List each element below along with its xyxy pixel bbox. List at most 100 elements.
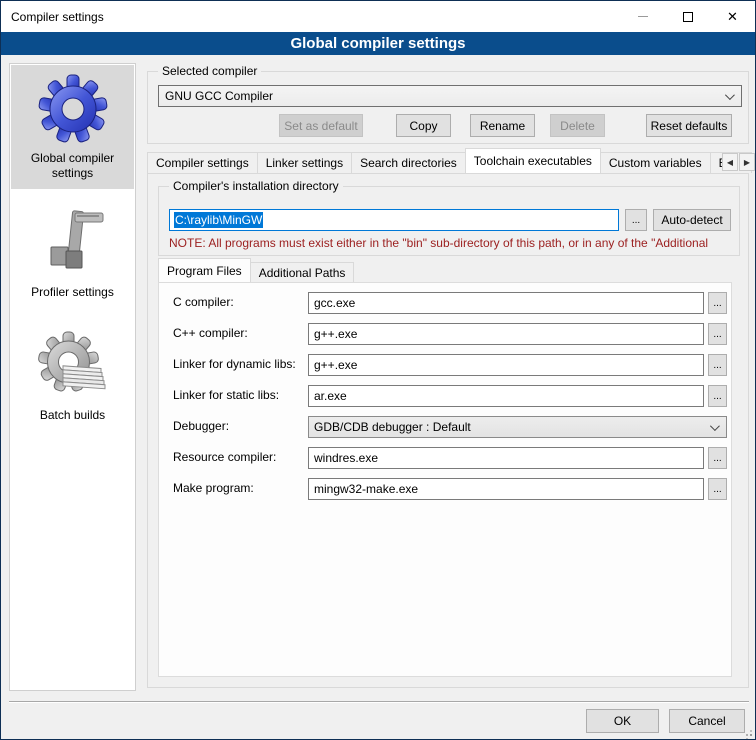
minimize-button[interactable] <box>620 1 665 32</box>
cpp-compiler-input[interactable]: g++.exe <box>308 323 704 345</box>
button-label: ... <box>713 391 721 402</box>
compiler-select-value: GNU GCC Compiler <box>165 89 273 103</box>
footer-divider <box>9 701 749 703</box>
tab-linker-settings[interactable]: Linker settings <box>257 152 352 173</box>
field-label: C++ compiler: <box>173 326 248 340</box>
tab-toolchain-executables[interactable]: Toolchain executables <box>465 148 601 173</box>
sidebar-item-label: Global compiler settings <box>13 151 132 181</box>
button-label: ... <box>713 484 721 495</box>
make-program-browse-button[interactable]: ... <box>708 478 727 500</box>
chevron-down-icon <box>725 90 735 100</box>
tab-search-directories[interactable]: Search directories <box>351 152 466 173</box>
subtab-additional-paths[interactable]: Additional Paths <box>250 262 355 282</box>
profiler-caliper-icon <box>13 207 132 279</box>
browse-directory-button[interactable]: ... <box>625 209 647 231</box>
close-icon: ✕ <box>727 10 738 23</box>
tab-label: Linker settings <box>266 156 343 170</box>
tab-label: Toolchain executables <box>474 154 592 168</box>
dynamic-linker-row: Linker for dynamic libs: g++.exe ... <box>159 354 731 376</box>
batch-builds-icon <box>13 330 132 402</box>
tab-compiler-settings[interactable]: Compiler settings <box>147 152 258 173</box>
button-label: ... <box>632 215 640 226</box>
c-compiler-row: C compiler: gcc.exe ... <box>159 292 731 314</box>
field-label: C compiler: <box>173 295 234 309</box>
button-label: Delete <box>560 119 595 133</box>
tab-label: Custom variables <box>609 156 702 170</box>
button-label: Cancel <box>688 714 725 728</box>
bin-subdirectory-note: NOTE: All programs must exist either in … <box>169 236 737 250</box>
make-program-row: Make program: mingw32-make.exe ... <box>159 478 731 500</box>
subtab-program-files[interactable]: Program Files <box>158 258 251 282</box>
copy-button[interactable]: Copy <box>396 114 451 137</box>
selected-compiler-group-label: Selected compiler <box>158 64 261 78</box>
c-compiler-browse-button[interactable]: ... <box>708 292 727 314</box>
button-label: ... <box>713 298 721 309</box>
tab-custom-variables[interactable]: Custom variables <box>600 152 711 173</box>
global-compiler-gear-icon <box>13 73 132 145</box>
program-files-tabstrip: Program Files Additional Paths <box>158 260 353 282</box>
field-value: g++.exe <box>314 327 357 341</box>
ok-button[interactable]: OK <box>586 709 659 733</box>
auto-detect-button[interactable]: Auto-detect <box>653 209 731 231</box>
button-label: Set as default <box>284 119 357 133</box>
cpp-compiler-row: C++ compiler: g++.exe ... <box>159 323 731 345</box>
sidebar-item-label: Profiler settings <box>13 285 132 300</box>
debugger-select[interactable]: GDB/CDB debugger : Default <box>308 416 727 438</box>
compiler-settings-dialog: Compiler settings ✕ Global compiler sett… <box>0 0 756 740</box>
reset-defaults-button[interactable]: Reset defaults <box>646 114 732 137</box>
tab-label: Search directories <box>360 156 457 170</box>
button-label: Rename <box>480 119 525 133</box>
static-linker-browse-button[interactable]: ... <box>708 385 727 407</box>
window-title: Compiler settings <box>1 10 104 24</box>
field-value: mingw32-make.exe <box>314 482 418 496</box>
set-as-default-button[interactable]: Set as default <box>279 114 363 137</box>
toolchain-executables-page: Compiler's installation directory C:\ray… <box>147 173 749 688</box>
sidebar-item-label: Batch builds <box>13 408 132 423</box>
tab-label: Compiler settings <box>156 156 249 170</box>
maximize-icon <box>683 12 693 22</box>
installation-directory-input[interactable]: C:\raylib\MinGW <box>169 209 619 231</box>
field-label: Linker for static libs: <box>173 388 279 402</box>
sidebar-item-profiler-settings[interactable]: Profiler settings <box>11 199 134 308</box>
button-label: ... <box>713 329 721 340</box>
resource-compiler-input[interactable]: windres.exe <box>308 447 704 469</box>
title-bar: Compiler settings ✕ <box>1 1 755 32</box>
field-value: windres.exe <box>314 451 378 465</box>
sidebar-item-batch-builds[interactable]: Batch builds <box>11 322 134 431</box>
resize-grip-icon[interactable] <box>743 727 753 737</box>
c-compiler-input[interactable]: gcc.exe <box>308 292 704 314</box>
button-label: Copy <box>409 119 437 133</box>
field-label: Debugger: <box>173 419 229 433</box>
resource-compiler-row: Resource compiler: windres.exe ... <box>159 447 731 469</box>
installation-directory-group: Compiler's installation directory C:\ray… <box>158 186 740 256</box>
dynamic-linker-browse-button[interactable]: ... <box>708 354 727 376</box>
close-button[interactable]: ✕ <box>710 1 755 32</box>
rename-button[interactable]: Rename <box>470 114 535 137</box>
compiler-select[interactable]: GNU GCC Compiler <box>158 85 742 107</box>
tab-scroll-right-button[interactable]: ▶ <box>739 153 755 171</box>
minimize-icon <box>638 16 648 17</box>
button-label: ... <box>713 360 721 371</box>
arrow-right-icon: ▶ <box>744 158 750 167</box>
field-value: GDB/CDB debugger : Default <box>314 420 471 434</box>
compiler-settings-tabstrip: Compiler settings Linker settings Search… <box>147 151 751 173</box>
static-linker-row: Linker for static libs: ar.exe ... <box>159 385 731 407</box>
static-linker-input[interactable]: ar.exe <box>308 385 704 407</box>
make-program-input[interactable]: mingw32-make.exe <box>308 478 704 500</box>
settings-category-list: Global compiler settings Profiler settin… <box>9 63 136 691</box>
field-label: Make program: <box>173 481 254 495</box>
button-label: OK <box>614 714 631 728</box>
field-value: gcc.exe <box>314 296 355 310</box>
dynamic-linker-input[interactable]: g++.exe <box>308 354 704 376</box>
tab-scroll-left-button[interactable]: ◀ <box>722 153 738 171</box>
sidebar-item-global-compiler-settings[interactable]: Global compiler settings <box>11 65 134 189</box>
resource-compiler-browse-button[interactable]: ... <box>708 447 727 469</box>
maximize-button[interactable] <box>665 1 710 32</box>
field-label: Resource compiler: <box>173 450 276 464</box>
button-label: Reset defaults <box>651 119 728 133</box>
delete-button[interactable]: Delete <box>550 114 605 137</box>
cancel-button[interactable]: Cancel <box>669 709 745 733</box>
cpp-compiler-browse-button[interactable]: ... <box>708 323 727 345</box>
program-files-panel: C compiler: gcc.exe ... C++ compiler: g+… <box>158 282 732 677</box>
debugger-row: Debugger: GDB/CDB debugger : Default <box>159 416 731 438</box>
